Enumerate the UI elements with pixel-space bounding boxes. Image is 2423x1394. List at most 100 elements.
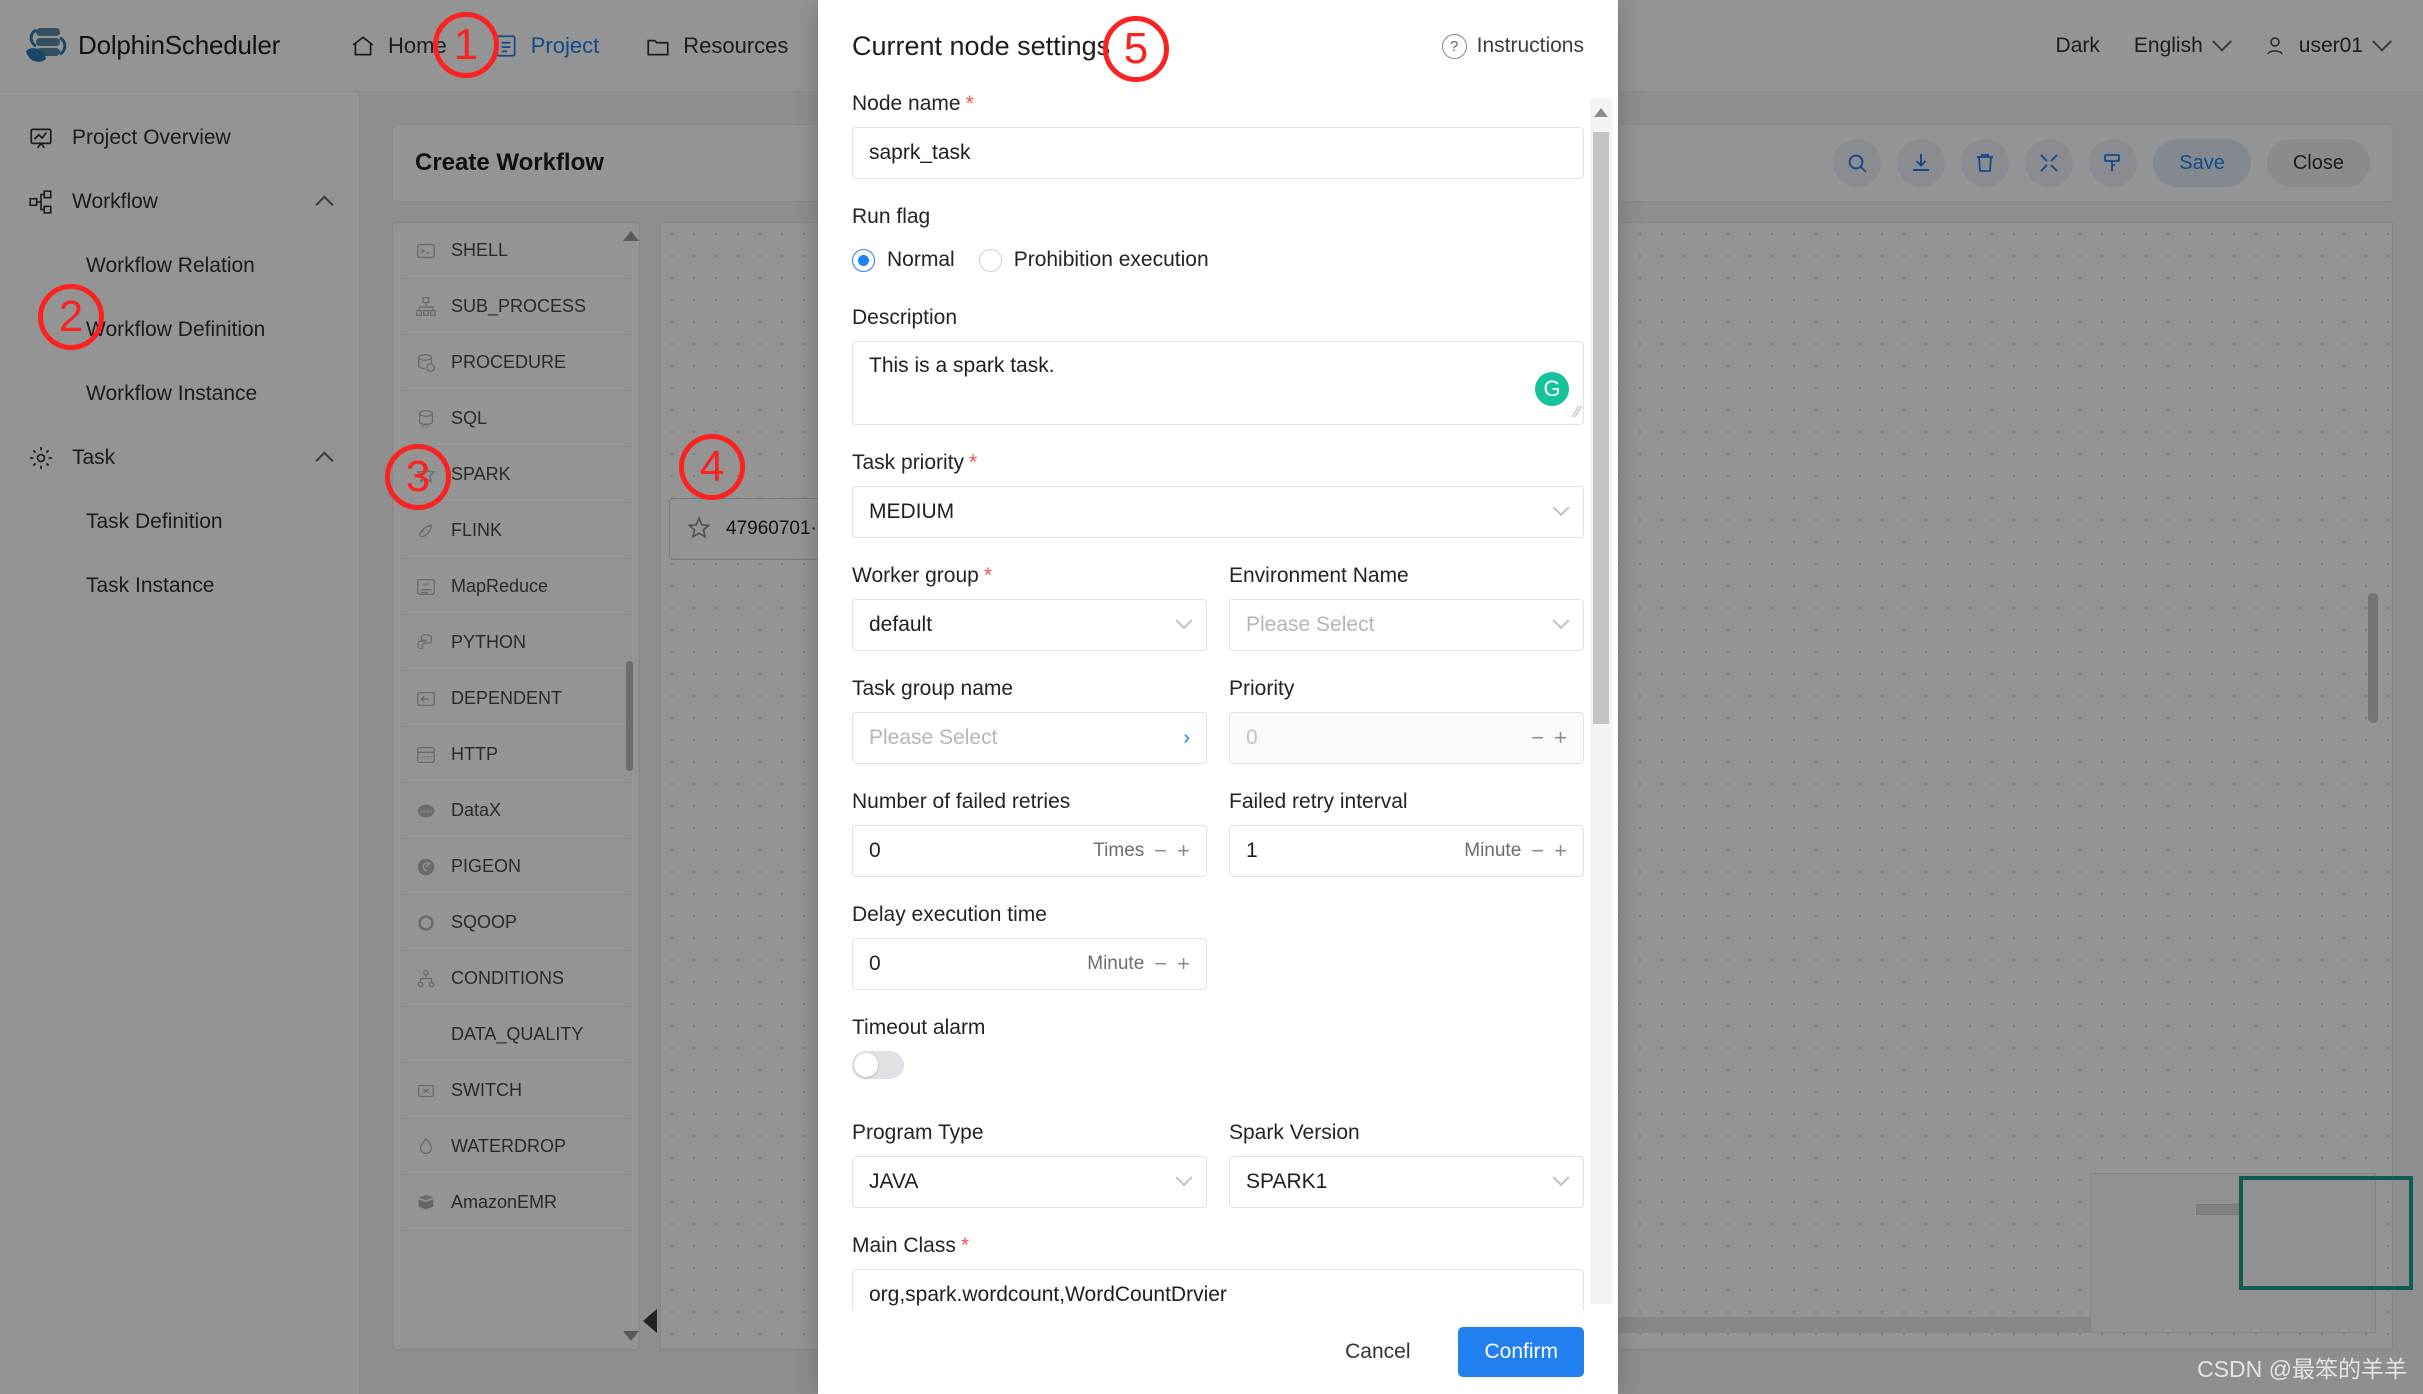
main-class-input[interactable]: org,spark.wordcount,WordCountDrvier	[852, 1269, 1584, 1310]
chevron-down-icon	[1552, 499, 1570, 517]
dialog-header: Current node settings ? Instructions	[818, 0, 1618, 92]
plus-icon[interactable]: +	[1177, 838, 1190, 864]
field-spark-version: Spark Version SPARK1	[1229, 1121, 1584, 1208]
field-description: Description This is a spark task. G ⁄⁄	[852, 306, 1584, 425]
field-task-group-name: Task group name Please Select ›	[852, 677, 1207, 764]
task-group-name-select[interactable]: Please Select ›	[852, 712, 1207, 764]
plus-icon[interactable]: +	[1554, 838, 1567, 864]
field-failed-retries: Number of failed retries 0 Times − +	[852, 790, 1207, 877]
failed-retries-value: 0	[869, 839, 881, 862]
minus-icon[interactable]: −	[1154, 951, 1167, 977]
row-delay: Delay execution time 0 Minute − +	[852, 903, 1584, 990]
run-flag-radio-group: Normal Prohibition execution	[852, 240, 1584, 280]
spark-version-select[interactable]: SPARK1	[1229, 1156, 1584, 1208]
program-type-value: JAVA	[869, 1170, 919, 1193]
field-timeout-alarm: Timeout alarm	[852, 1016, 1584, 1079]
minus-icon[interactable]: −	[1531, 725, 1544, 751]
main-class-value: org,spark.wordcount,WordCountDrvier	[869, 1283, 1227, 1306]
confirm-label: Confirm	[1484, 1340, 1558, 1363]
radio-dot-icon	[978, 248, 1002, 272]
required-marker: *	[969, 451, 978, 474]
minus-icon[interactable]: −	[1531, 838, 1544, 864]
environment-name-placeholder: Please Select	[1246, 613, 1375, 636]
label-delay-execution-time: Delay execution time	[852, 903, 1047, 926]
field-worker-group: Worker group * default	[852, 564, 1207, 651]
scrollbar-thumb[interactable]	[1593, 132, 1609, 724]
stepper-controls: Minute − +	[1087, 951, 1190, 977]
plus-icon[interactable]: +	[1554, 725, 1567, 751]
watermark: CSDN @最笨的羊羊	[2197, 1356, 2407, 1382]
grammarly-icon[interactable]: G	[1535, 372, 1569, 406]
label-worker-group: Worker group *	[852, 564, 1207, 588]
stepper-controls: Minute − +	[1464, 838, 1567, 864]
worker-group-value: default	[869, 613, 933, 636]
priority-stepper[interactable]: 0 − +	[1229, 712, 1584, 764]
unit-label: Minute	[1464, 840, 1522, 861]
label-priority: Priority	[1229, 677, 1295, 700]
stepper-controls: − +	[1531, 725, 1567, 751]
instructions-label: Instructions	[1476, 34, 1584, 57]
node-name-input[interactable]: saprk_task	[852, 127, 1584, 179]
label-run-flag: Run flag	[852, 205, 931, 228]
task-priority-select[interactable]: MEDIUM	[852, 486, 1584, 538]
priority-value: 0	[1246, 726, 1258, 749]
label-text: Task priority	[852, 451, 965, 474]
node-name-value: saprk_task	[869, 141, 971, 164]
instructions-link[interactable]: ? Instructions	[1441, 33, 1584, 59]
description-textarea[interactable]: This is a spark task. G ⁄⁄	[852, 341, 1584, 425]
field-priority: Priority 0 − +	[1229, 677, 1584, 764]
cancel-label: Cancel	[1345, 1340, 1411, 1363]
label-spark-version: Spark Version	[1229, 1121, 1360, 1144]
environment-name-select[interactable]: Please Select	[1229, 599, 1584, 651]
dialog-scrollbar[interactable]	[1590, 98, 1612, 1304]
minus-icon[interactable]: −	[1154, 838, 1167, 864]
failed-retries-stepper[interactable]: 0 Times − +	[852, 825, 1207, 877]
resize-handle-icon[interactable]: ⁄⁄	[1575, 404, 1580, 422]
timeout-alarm-toggle[interactable]	[852, 1051, 904, 1079]
label-text: Node name	[852, 92, 961, 115]
field-node-name: Node name * saprk_task	[852, 92, 1584, 179]
field-delay-execution-time: Delay execution time 0 Minute − +	[852, 903, 1207, 990]
program-type-select[interactable]: JAVA	[852, 1156, 1207, 1208]
label-failed-retry-interval: Failed retry interval	[1229, 790, 1408, 813]
field-main-class: Main Class * org,spark.wordcount,WordCoun…	[852, 1234, 1584, 1310]
task-priority-value: MEDIUM	[869, 500, 955, 523]
field-run-flag: Run flag Normal Prohibition execution	[852, 205, 1584, 280]
chevron-down-icon	[1552, 1169, 1570, 1187]
label-task-group-name: Task group name	[852, 677, 1014, 700]
row-retries: Number of failed retries 0 Times − + Fai…	[852, 790, 1584, 877]
radio-label: Normal	[887, 248, 955, 271]
dialog-title: Current node settings	[852, 30, 1111, 61]
label-main-class: Main Class *	[852, 1234, 1584, 1258]
confirm-button[interactable]: Confirm	[1458, 1327, 1584, 1377]
label-text: Main Class	[852, 1234, 956, 1257]
chevron-down-icon	[1552, 612, 1570, 630]
radio-prohibition-execution[interactable]: Prohibition execution	[978, 248, 1209, 272]
failed-retry-interval-value: 1	[1246, 839, 1258, 862]
scroll-up-icon[interactable]	[1594, 108, 1608, 117]
unit-label: Minute	[1087, 953, 1145, 974]
label-failed-retries: Number of failed retries	[852, 790, 1071, 813]
chevron-down-icon	[1175, 1169, 1193, 1187]
delay-execution-time-stepper[interactable]: 0 Minute − +	[852, 938, 1207, 990]
radio-normal[interactable]: Normal	[852, 248, 955, 272]
chevron-right-icon: ›	[1183, 726, 1190, 749]
failed-retry-interval-stepper[interactable]: 1 Minute − +	[1229, 825, 1584, 877]
field-task-priority: Task priority * MEDIUM	[852, 451, 1584, 538]
radio-dot-selected-icon	[852, 248, 875, 272]
label-timeout-alarm: Timeout alarm	[852, 1016, 986, 1039]
cancel-button[interactable]: Cancel	[1319, 1327, 1436, 1377]
label-node-name: Node name *	[852, 92, 1584, 116]
dialog-body[interactable]: Node name * saprk_task Run flag Normal Pr…	[818, 92, 1618, 1310]
question-mark-icon: ?	[1441, 33, 1467, 59]
worker-group-select[interactable]: default	[852, 599, 1207, 651]
task-group-name-placeholder: Please Select	[869, 726, 998, 749]
field-environment-name: Environment Name Please Select	[1229, 564, 1584, 651]
row-worker-environment: Worker group * default Environment Name P…	[852, 564, 1584, 651]
plus-icon[interactable]: +	[1177, 951, 1190, 977]
delay-execution-time-value: 0	[869, 952, 881, 975]
row-taskgroup-priority: Task group name Please Select › Priority…	[852, 677, 1584, 764]
label-program-type: Program Type	[852, 1121, 984, 1144]
label-text: Worker group	[852, 564, 979, 587]
